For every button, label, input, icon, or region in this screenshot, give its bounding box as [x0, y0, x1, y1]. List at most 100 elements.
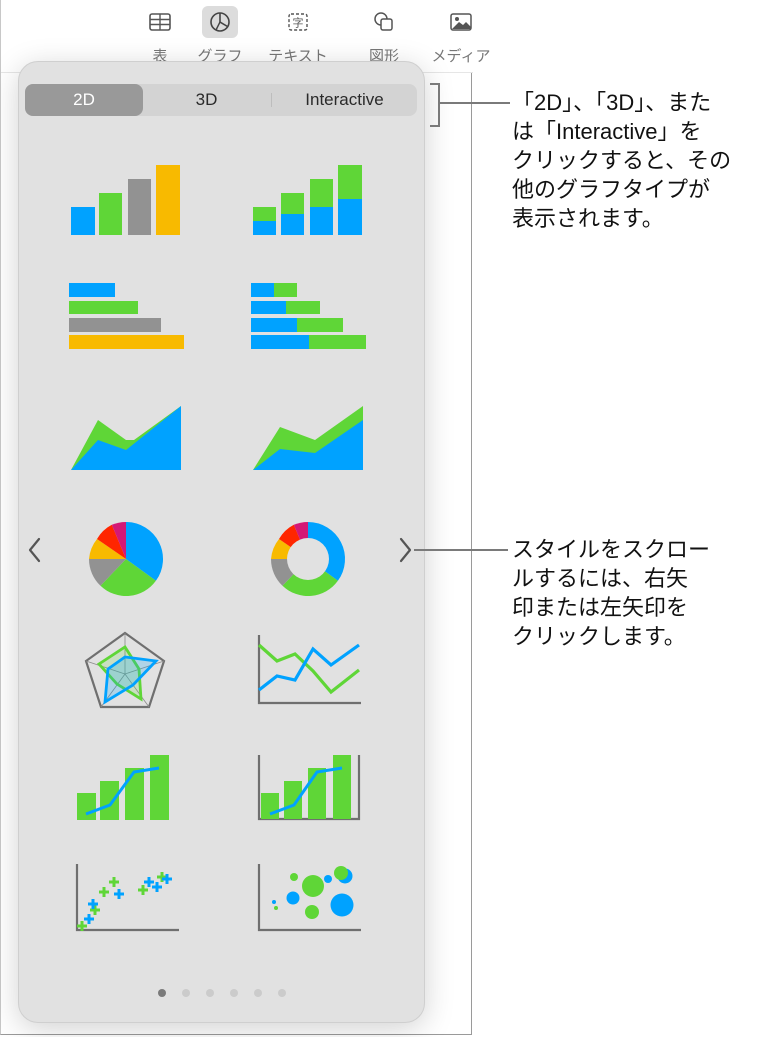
callout-line: クリックします。: [512, 624, 686, 649]
callout-bracket: [430, 83, 440, 127]
shape-icon: [366, 6, 402, 38]
chart-type-bar[interactable]: [59, 269, 199, 379]
toolbar-chart-button[interactable]: グラフ: [190, 6, 250, 66]
scatter-point-green: [138, 885, 148, 895]
bar-green: [281, 193, 304, 214]
chart-type-area[interactable]: [59, 385, 199, 495]
callout-arrows-note: スタイルをスクロー ルするには、右矢 印または左矢印を クリックします。: [512, 535, 762, 651]
line-series-blue: [269, 766, 343, 816]
chart-type-stacked-column[interactable]: [241, 152, 381, 262]
line-series-blue: [85, 766, 160, 816]
bar-green: [77, 793, 96, 820]
previous-styles-button[interactable]: [23, 530, 47, 570]
bar-green: [253, 207, 276, 221]
bubble-green: [334, 866, 348, 880]
app-window: 表 グラフ 字 テキスト 図形 メディア 2D 3D Interactive: [0, 0, 490, 1035]
media-icon: [443, 6, 479, 38]
chart-type-donut[interactable]: [241, 502, 381, 612]
bar-chart-icon: [69, 283, 184, 349]
chart-type-column[interactable]: [59, 152, 199, 262]
hbar-green: [286, 301, 320, 314]
tab-interactive[interactable]: Interactive: [272, 84, 417, 116]
bar-green: [125, 768, 144, 820]
callout-line: ルするには、右矢: [512, 566, 689, 591]
chart-type-pie[interactable]: [59, 502, 199, 612]
hbar-blue: [251, 335, 309, 349]
bar-blue: [253, 221, 276, 235]
chevron-left-icon: [28, 537, 41, 563]
donut-chart-icon: [271, 521, 346, 596]
page-dot[interactable]: [229, 989, 238, 997]
bar-gray: [128, 179, 151, 235]
bar-blue: [71, 207, 95, 235]
hbar-blue: [251, 318, 297, 332]
pie-chart-icon: [89, 521, 164, 596]
callout-tabs-note: 「2D」、「3D」、また は「Interactive」を クリックすると、その …: [512, 88, 762, 233]
hbar-gray: [69, 318, 161, 332]
bar-green: [338, 165, 362, 199]
chart-type-radar[interactable]: [59, 619, 199, 729]
toolbar-shape-button[interactable]: 図形: [354, 6, 414, 66]
two-axis-chart-icon: [257, 755, 361, 821]
bubble-blue: [324, 875, 332, 883]
toolbar-table-button[interactable]: 表: [130, 6, 190, 66]
callout-line: 表示されます。: [512, 206, 664, 231]
scatter-point-blue: [114, 889, 124, 899]
chart-type-mixed[interactable]: [59, 735, 199, 845]
bubble-blue: [272, 900, 276, 904]
bar-green: [261, 793, 279, 819]
toolbar-text-button[interactable]: 字 テキスト: [268, 6, 328, 66]
callout-line: は「Interactive」を: [512, 119, 702, 144]
chart-picker-popover: 2D 3D Interactive: [18, 61, 425, 1023]
callout-line: スタイルをスクロー: [512, 537, 711, 562]
callout-leader-line: [414, 549, 508, 551]
scatter-points: [77, 872, 172, 931]
hbar-yellow: [69, 335, 184, 349]
stacked-column-chart-icon: [253, 165, 362, 235]
hbar-blue: [251, 301, 286, 314]
chart-type-line[interactable]: [241, 619, 381, 729]
chart-type-two-axis[interactable]: [241, 735, 381, 845]
table-icon: [142, 6, 178, 38]
page-dot[interactable]: [157, 989, 166, 997]
hbar-green: [274, 283, 297, 297]
chart-type-stacked-area[interactable]: [241, 385, 381, 495]
tab-3d[interactable]: 3D: [143, 84, 270, 116]
page-indicator: [19, 984, 424, 1002]
tab-2d[interactable]: 2D: [25, 84, 143, 116]
hbar-blue: [69, 283, 115, 297]
column-chart-icon: [71, 165, 180, 235]
chart-dimension-segmented-control: 2D 3D Interactive: [25, 84, 417, 116]
chart-type-stacked-bar[interactable]: [241, 269, 381, 379]
bubble-green: [305, 905, 319, 919]
page-dot[interactable]: [277, 989, 286, 997]
chart-type-scatter[interactable]: [59, 852, 199, 962]
chart-type-bubble[interactable]: [241, 852, 381, 962]
toolbar-media-button[interactable]: メディア: [431, 6, 491, 66]
bar-blue: [338, 199, 362, 235]
hbar-green: [309, 335, 366, 349]
area-blue: [71, 406, 181, 470]
bubble-chart-icon: [257, 864, 361, 932]
page-dot[interactable]: [205, 989, 214, 997]
scatter-point-green: [99, 887, 109, 897]
bar-blue: [310, 207, 333, 235]
callout-leader-line: [440, 102, 510, 104]
bubble-green: [290, 873, 298, 881]
hbar-blue: [251, 283, 274, 297]
page-dot[interactable]: [181, 989, 190, 997]
scatter-chart-icon: [75, 864, 179, 932]
page-dot[interactable]: [253, 989, 262, 997]
toolbar-media-label: メディア: [431, 48, 491, 65]
bar-green: [310, 179, 333, 207]
area-chart-icon: [71, 406, 181, 470]
callout-line: 印または左矢印を: [512, 595, 689, 620]
donut-hole: [287, 538, 329, 580]
svg-text:字: 字: [293, 16, 304, 30]
chart-icon: [202, 6, 238, 38]
bubble-blue: [330, 893, 354, 917]
bar-green: [99, 193, 122, 235]
scatter-point-green: [109, 877, 119, 887]
hbar-green: [297, 318, 343, 332]
bar-green: [150, 755, 169, 820]
